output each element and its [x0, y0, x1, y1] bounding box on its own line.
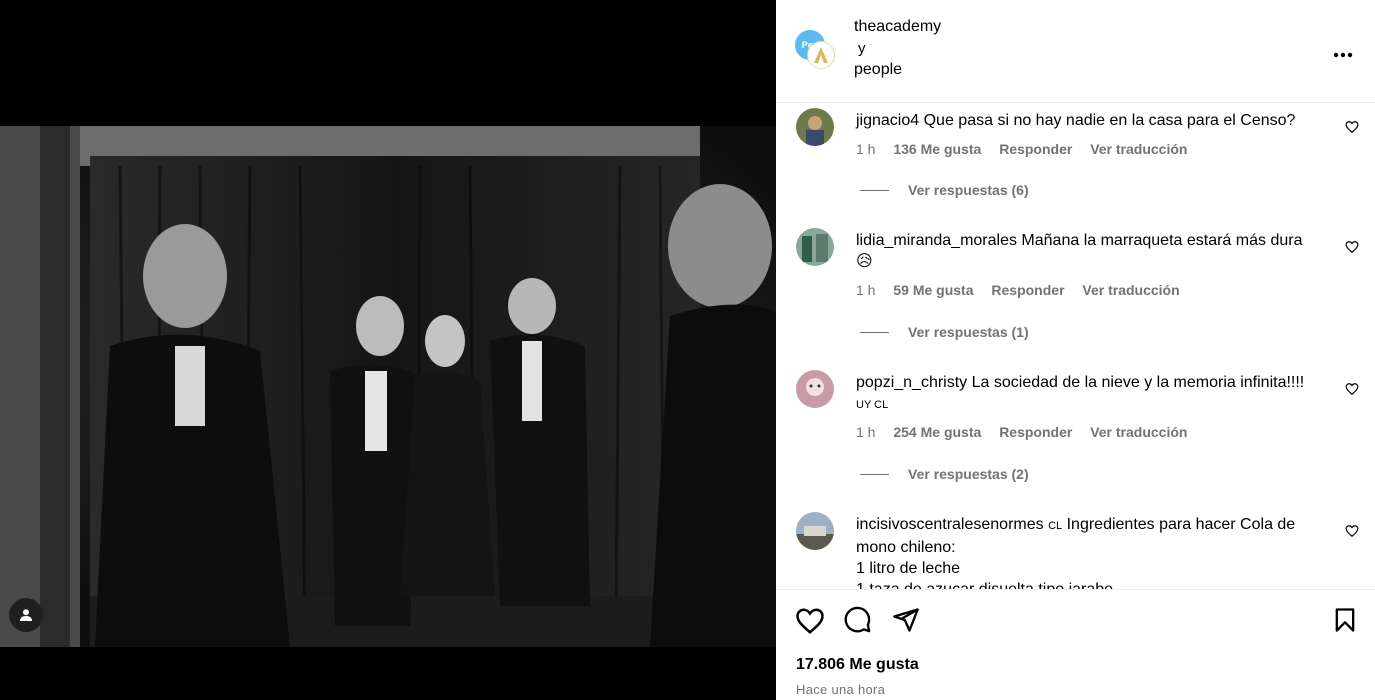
comment-text-block: incisivoscentralesenormes CL Ingrediente…	[856, 514, 1326, 589]
comment-username[interactable]: incisivoscentralesenormes	[856, 516, 1044, 533]
photo-illustration	[0, 126, 776, 647]
comment-like-icon[interactable]	[1345, 120, 1359, 134]
comment-text-block: popzi_n_christy La sociedad de la nieve …	[856, 372, 1326, 416]
comment-likes[interactable]: 59 Me gusta	[893, 282, 973, 298]
view-replies-button[interactable]: Ver respuestas (1)	[860, 324, 1029, 340]
comment-like-icon[interactable]	[1345, 382, 1359, 396]
post-header: Peo theacademy y people	[776, 0, 1375, 103]
bookmark-icon[interactable]	[1331, 606, 1359, 634]
reply-button[interactable]: Responder	[999, 424, 1072, 440]
translate-button[interactable]: Ver traducción	[1090, 424, 1187, 440]
heart-icon[interactable]	[795, 606, 825, 636]
header-user-theacademy[interactable]: theacademy	[854, 18, 941, 36]
user-tag-icon	[20, 609, 32, 621]
comment-icon[interactable]	[844, 606, 872, 634]
view-replies-button[interactable]: Ver respuestas (2)	[860, 466, 1029, 482]
comment-meta: 1 h 59 Me gusta Responder Ver traducción	[856, 282, 1194, 298]
view-replies-button[interactable]: Ver respuestas (6)	[860, 182, 1029, 198]
commenter-avatar[interactable]	[796, 370, 834, 408]
translate-button[interactable]: Ver traducción	[1090, 141, 1187, 157]
comment-like-icon[interactable]	[1345, 240, 1359, 254]
replies-divider	[860, 473, 889, 475]
share-icon[interactable]	[892, 606, 920, 634]
reply-button[interactable]: Responder	[999, 141, 1072, 157]
post-viewer: Peo theacademy y people jignacio4 Que pa…	[0, 0, 1375, 700]
comment-time: 1 h	[856, 282, 876, 298]
commenter-avatar[interactable]	[796, 108, 834, 146]
comments-panel: Peo theacademy y people jignacio4 Que pa…	[776, 0, 1375, 700]
comment-emoji: 😥	[856, 253, 873, 270]
header-conjunction: y	[858, 40, 866, 57]
avatar-theacademy[interactable]	[808, 42, 834, 68]
avatar-image	[796, 512, 834, 550]
post-media	[0, 0, 776, 700]
more-options-button[interactable]	[1333, 38, 1353, 64]
comment-username[interactable]: jignacio4	[856, 112, 919, 129]
comment-body: Mañana la marraqueta estará más dura	[1021, 232, 1303, 249]
post-timestamp[interactable]: Hace una hora	[796, 682, 885, 697]
comment-username[interactable]: popzi_n_christy	[856, 374, 967, 391]
comment-meta: 1 h 136 Me gusta Responder Ver traducció…	[856, 141, 1201, 157]
view-replies-label: Ver respuestas (2)	[908, 466, 1029, 482]
avatar-image	[796, 108, 834, 146]
comment-body: Que pasa si no hay nadie en la casa para…	[923, 112, 1296, 129]
view-replies-label: Ver respuestas (6)	[908, 182, 1029, 198]
comment-line-2: 1 litro de leche	[856, 560, 961, 577]
more-icon	[1333, 52, 1353, 58]
header-user-people[interactable]: people	[854, 61, 902, 79]
commenter-avatar[interactable]	[796, 512, 834, 550]
comment-like-icon[interactable]	[1345, 524, 1359, 538]
comment-likes[interactable]: 136 Me gusta	[893, 141, 981, 157]
post-likes-count[interactable]: 17.806 Me gusta	[796, 656, 919, 674]
comments-list[interactable]: jignacio4 Que pasa si no hay nadie en la…	[776, 103, 1375, 589]
commenter-avatar[interactable]	[796, 228, 834, 266]
comment-body: La sociedad de la nieve y la memoria inf…	[971, 374, 1305, 391]
comment-time: 1 h	[856, 424, 876, 440]
comment-time: 1 h	[856, 141, 876, 157]
comment-username[interactable]: lidia_miranda_morales	[856, 232, 1017, 249]
translate-button[interactable]: Ver traducción	[1082, 282, 1179, 298]
post-photo[interactable]	[0, 126, 776, 647]
view-replies-label: Ver respuestas (1)	[908, 324, 1029, 340]
replies-divider	[860, 189, 889, 191]
reply-button[interactable]: Responder	[991, 282, 1064, 298]
comment-flag: CL	[1048, 520, 1063, 532]
comment-meta: 1 h 254 Me gusta Responder Ver traducció…	[856, 424, 1201, 440]
oscar-logo-icon	[814, 47, 828, 63]
user-tag-button[interactable]	[9, 598, 43, 632]
comment-line-3: 1 taza de azucar disuelta tipo jarabe	[856, 581, 1113, 589]
comment-text-block: jignacio4 Que pasa si no hay nadie en la…	[856, 110, 1326, 131]
replies-divider	[860, 331, 889, 333]
comment-flags: UY CL	[856, 399, 889, 411]
avatar-image	[796, 228, 834, 266]
comment-text-block: lidia_miranda_morales Mañana la marraque…	[856, 230, 1326, 272]
comment-likes[interactable]: 254 Me gusta	[893, 424, 981, 440]
post-actions: 17.806 Me gusta Hace una hora	[776, 589, 1375, 700]
avatar-image	[796, 370, 834, 408]
